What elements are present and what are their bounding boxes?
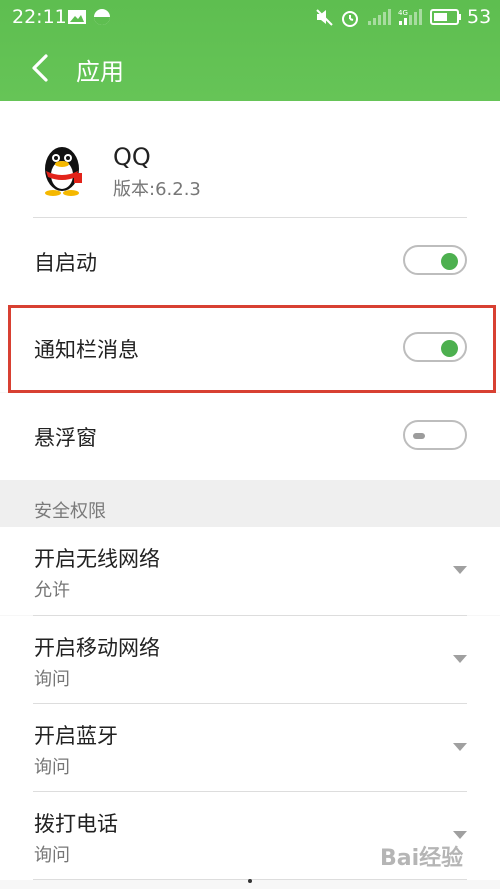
toggle-label: 悬浮窗 bbox=[34, 426, 97, 450]
nav-bar: 应用 bbox=[0, 36, 500, 101]
back-arrow-icon[interactable] bbox=[26, 50, 60, 86]
toggle-row-floating-window: 悬浮窗 bbox=[0, 393, 500, 480]
page-title: 应用 bbox=[76, 58, 124, 86]
status-time: 22:11 bbox=[12, 6, 67, 28]
section-title: 安全权限 bbox=[34, 501, 106, 522]
permission-row-wifi[interactable]: 开启无线网络 允许 bbox=[0, 527, 500, 615]
floating-window-switch[interactable] bbox=[403, 420, 467, 450]
mute-icon bbox=[316, 9, 333, 26]
image-icon bbox=[68, 10, 86, 24]
dropdown-arrow-icon[interactable] bbox=[453, 566, 467, 574]
permission-title: 开启蓝牙 bbox=[34, 724, 118, 748]
watermark: Bai经验 bbox=[380, 846, 464, 871]
autostart-switch[interactable] bbox=[403, 245, 467, 275]
battery-percent: 53 bbox=[467, 6, 492, 28]
permission-value: 询问 bbox=[34, 757, 70, 778]
4g-signal-icon: 4G bbox=[398, 9, 422, 25]
toggle-label: 自启动 bbox=[34, 251, 97, 275]
app-info-row: QQ 版本:6.2.3 bbox=[0, 101, 500, 218]
battery-icon bbox=[430, 9, 461, 25]
circle-half-icon bbox=[94, 9, 110, 25]
toggle-row-autostart: 自启动 bbox=[0, 218, 500, 305]
highlight-box bbox=[8, 305, 496, 393]
qq-penguin-icon bbox=[36, 137, 88, 197]
permission-title: 开启移动网络 bbox=[34, 636, 160, 660]
permission-value: 允许 bbox=[34, 580, 70, 601]
section-header: 安全权限 bbox=[0, 480, 500, 527]
app-header: 22:11 4G 53 应用 bbox=[0, 0, 500, 101]
app-version: 版本:6.2.3 bbox=[113, 179, 201, 200]
permission-title: 拨打电话 bbox=[34, 812, 118, 836]
permission-value: 询问 bbox=[34, 845, 70, 866]
permission-row-bluetooth[interactable]: 开启蓝牙 询问 bbox=[0, 704, 500, 792]
switch-knob bbox=[413, 433, 425, 439]
permission-value: 询问 bbox=[34, 669, 70, 690]
status-bar: 22:11 4G 53 bbox=[0, 0, 500, 36]
signal-icon bbox=[368, 9, 391, 25]
permission-row-mobile-network[interactable]: 开启移动网络 询问 bbox=[0, 616, 500, 704]
dropdown-arrow-icon[interactable] bbox=[453, 743, 467, 751]
dropdown-arrow-icon[interactable] bbox=[453, 831, 467, 839]
content: QQ 版本:6.2.3 自启动 通知栏消息 悬浮窗 安全权限 开启无线网络 允许… bbox=[0, 101, 500, 889]
dropdown-arrow-icon[interactable] bbox=[453, 655, 467, 663]
switch-knob bbox=[441, 253, 458, 270]
page-indicator-dot bbox=[248, 879, 252, 883]
permission-title: 开启无线网络 bbox=[34, 547, 160, 571]
svg-text:4G: 4G bbox=[398, 9, 408, 17]
alarm-icon bbox=[342, 11, 358, 27]
app-name: QQ bbox=[113, 143, 151, 171]
